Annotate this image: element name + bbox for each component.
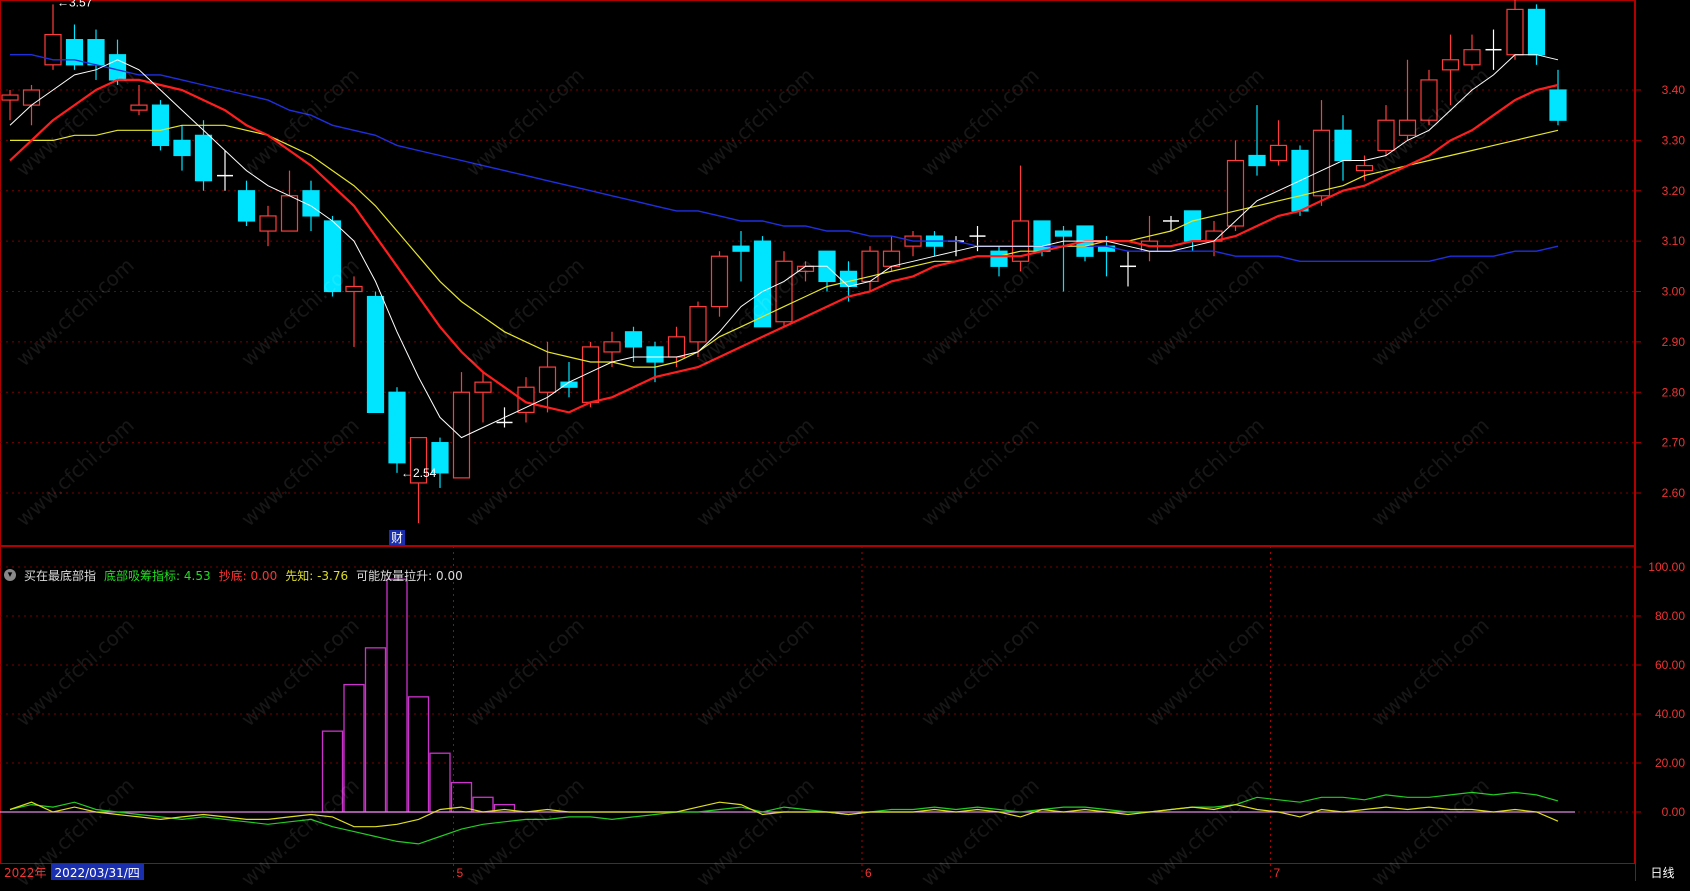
indicator-histogram-bar	[343, 683, 365, 813]
finance-marker: 财	[391, 531, 403, 545]
price-tick-label: 2.70	[1662, 436, 1686, 450]
price-tick-label: 2.90	[1662, 335, 1686, 349]
price-tick-label: 3.30	[1662, 133, 1686, 147]
candle-body-down	[173, 139, 191, 157]
candle-body-up	[22, 89, 41, 106]
indicator-pane-frame	[0, 546, 1635, 864]
candle-body-up	[1312, 129, 1331, 197]
candle-body-down	[1549, 89, 1567, 121]
candle-body-down	[990, 250, 1008, 267]
candle-body-down	[237, 190, 256, 222]
indicator-histogram-bar	[364, 647, 387, 813]
candle-body-down	[732, 245, 750, 252]
indicator-tick-label: 40.00	[1655, 707, 1685, 721]
candle-body-up	[1463, 49, 1481, 66]
candle-body-up	[259, 215, 277, 232]
indicator-label-0: 底部吸筹指标:	[104, 568, 181, 583]
indicator-tick-label: 80.00	[1655, 609, 1685, 623]
candle-body-down	[87, 39, 105, 66]
candle-body-down	[108, 54, 127, 81]
candle-body-up	[1355, 164, 1374, 172]
month-tick-label: 5	[457, 866, 464, 880]
indicator-histogram-bar	[321, 730, 344, 813]
time-axis-bar: 2022年 2022/03/31/四	[0, 864, 144, 880]
indicator-label-1: 抄底:	[218, 568, 247, 583]
indicator-yellow-line	[9, 801, 1559, 828]
candle-body-up	[280, 195, 299, 232]
indicator-value-1: 0.00	[250, 568, 278, 583]
candle-body-up	[517, 386, 535, 413]
candle-body-up	[538, 366, 557, 393]
candle-body-up	[1269, 144, 1288, 162]
candle-body-down	[839, 270, 858, 288]
indicator-label-2: 先知:	[285, 568, 314, 583]
candle-body-up	[345, 285, 363, 293]
candle-body-down	[1054, 230, 1073, 237]
candle-body-down	[151, 104, 170, 147]
high-price-label: ←3.57	[57, 0, 93, 9]
candle-body-up	[1, 94, 19, 101]
candle-body-up	[1420, 79, 1438, 121]
candle-body-up	[667, 336, 686, 358]
candle-body-down	[366, 295, 385, 414]
candle-body-down	[1248, 154, 1266, 167]
indicator-histogram-bar	[429, 752, 451, 813]
candle-body-down	[1183, 210, 1202, 242]
price-tick-label: 3.10	[1662, 234, 1686, 248]
period-button[interactable]: 日线	[1635, 864, 1690, 880]
candle-body-up	[1398, 119, 1417, 136]
indicator-green-line	[9, 791, 1559, 845]
candle-body-up	[710, 255, 729, 308]
candle-body-up	[775, 260, 793, 323]
price-pane-frame	[0, 0, 1635, 546]
month-tick-label: 6	[865, 866, 872, 880]
price-tick-label: 2.60	[1662, 486, 1686, 500]
year-label: 2022年	[4, 866, 47, 880]
candle-body-down	[194, 134, 213, 182]
candle-body-up	[882, 250, 901, 267]
indicator-value-2: -3.76	[317, 568, 349, 583]
price-tick-label: 3.20	[1662, 184, 1686, 198]
chart-canvas: 3.40 3.30 3.20 3.10 3.00 2.90 2.80 2.70 2.60 100.…	[0, 0, 1686, 881]
candle-body-up	[1441, 59, 1460, 71]
price-tick-label: 2.80	[1662, 385, 1686, 399]
indicator-histogram-bar	[386, 578, 408, 813]
candle-body-down	[624, 331, 643, 348]
indicator-value-0: 4.53	[183, 568, 211, 583]
candle-body-down	[646, 346, 664, 363]
indicator-bar: ▾ 买在最底部指 底部吸筹指标: 4.53 抄底: 0.00 先知: -3.76…	[0, 566, 471, 584]
month-tick-label: 7	[1274, 866, 1281, 880]
price-tick-label: 3.40	[1662, 83, 1686, 97]
candle-body-down	[323, 220, 342, 293]
indicator-tick-label: 100.00	[1648, 560, 1685, 574]
indicator-value-3: 0.00	[436, 568, 463, 583]
candle-body-down	[388, 391, 406, 464]
candle-body-up	[689, 306, 707, 343]
indicator-item-1: 抄底: 0.00	[219, 567, 278, 584]
indicator-tick-label: 20.00	[1655, 756, 1685, 770]
candle-body-up	[1377, 119, 1395, 152]
indicator-item-3: 可能放量拉升: 0.00	[356, 567, 463, 584]
indicator-item-0: 底部吸筹指标: 4.53	[104, 567, 211, 584]
price-tick-label: 3.00	[1662, 285, 1686, 299]
indicator-label-3: 可能放量拉升:	[356, 568, 433, 583]
indicator-tick-label: 60.00	[1655, 658, 1685, 672]
low-price-label: ←2.54	[401, 466, 437, 480]
collapse-icon[interactable]: ▾	[4, 569, 16, 581]
indicator-histogram-bar	[407, 696, 430, 813]
ma5-line	[9, 54, 1559, 439]
candle-body-up	[474, 381, 492, 393]
candle-body-up	[130, 104, 148, 111]
indicator-tick-label: 0.00	[1662, 805, 1686, 819]
cursor-date-label: 2022/03/31/四	[50, 864, 144, 880]
candle-body-down	[1527, 8, 1546, 56]
candle-body-down	[1334, 129, 1352, 162]
indicator-item-2: 先知: -3.76	[285, 567, 348, 584]
candle-body-up	[1506, 8, 1524, 56]
indicator-name[interactable]: 买在最底部指	[24, 567, 96, 584]
candle-body-up	[603, 341, 621, 353]
